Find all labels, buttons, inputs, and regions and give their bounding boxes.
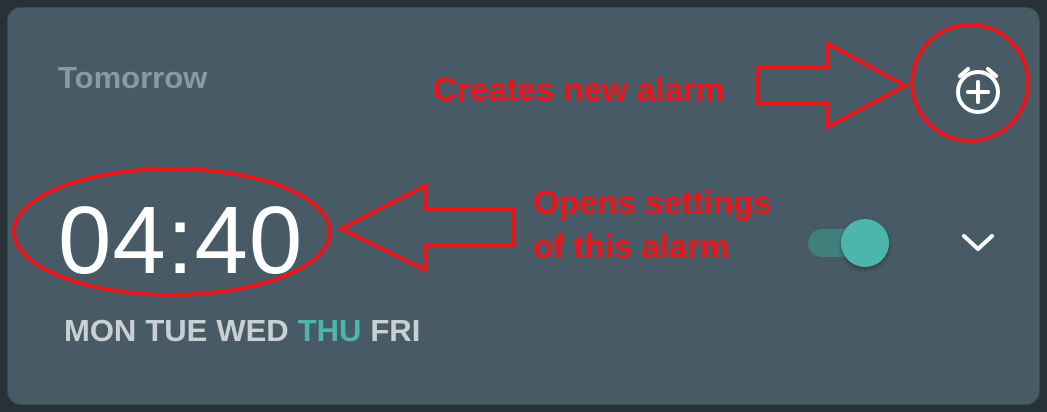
day-mon: MON <box>64 313 137 348</box>
annotation-new-alarm: Creates new alarm <box>433 71 725 108</box>
add-alarm-icon <box>956 67 1000 114</box>
day-tue: TUE <box>145 313 208 348</box>
alarm-day-label: Tomorrow <box>58 60 208 95</box>
add-alarm-button[interactable] <box>946 58 1010 122</box>
annotation-open-settings-line1: Opens settings <box>533 184 772 221</box>
day-wed: WED <box>216 313 289 348</box>
alarm-enabled-toggle[interactable] <box>808 218 892 268</box>
toggle-thumb <box>841 219 889 267</box>
day-thu: THU <box>297 313 362 348</box>
day-fri: FRI <box>370 313 421 348</box>
alarm-repeat-days: MON TUE WED THU FRI <box>64 313 420 349</box>
expand-button[interactable] <box>958 228 998 258</box>
alarm-time[interactable]: 04:40 <box>58 193 303 289</box>
alarm-card[interactable]: Tomorrow 04:40 MON TUE WED THU FRI <box>7 7 1040 405</box>
annotation-open-settings: Opens settings of this alarm <box>533 181 813 269</box>
chevron-down-icon <box>962 234 994 251</box>
annotation-open-settings-line2: of this alarm <box>533 228 730 265</box>
